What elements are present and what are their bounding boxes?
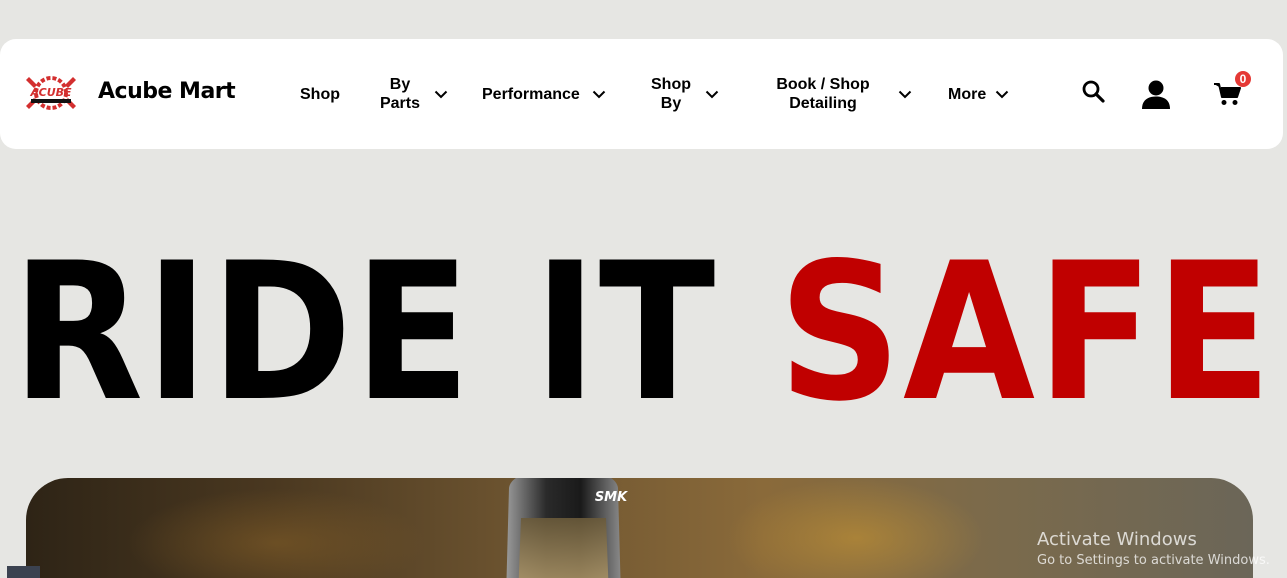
hero-image: SMK [26, 478, 1253, 578]
site-header: ACUBE Acube Mart Shop By Parts Performan… [0, 39, 1283, 149]
logo-text: ACUBE [29, 86, 72, 99]
scroll-to-top-button[interactable] [7, 566, 40, 578]
chevron-down-icon [996, 90, 1009, 98]
nav-shop[interactable]: Shop [300, 74, 340, 114]
brand-name[interactable]: Acube Mart [98, 79, 236, 104]
hero-title: RIDE IT SAFE [12, 238, 1274, 428]
hero-title-part1: RIDE IT [12, 222, 779, 443]
nav-performance[interactable]: Performance [482, 74, 606, 114]
chevron-down-icon [592, 90, 606, 98]
nav-book-shop-detailing[interactable]: Book / Shop Detailing [771, 74, 912, 114]
helmet-image: SMK [506, 478, 628, 578]
search-icon[interactable] [1081, 79, 1105, 103]
nav-performance-label: Performance [482, 85, 580, 103]
chevron-down-icon [898, 90, 912, 98]
hero-title-part2: SAFE [778, 222, 1274, 443]
nav-more[interactable]: More [948, 74, 1009, 114]
chevron-down-icon [434, 90, 448, 98]
nav-shop-label: Shop [300, 85, 340, 103]
nav-by-parts[interactable]: By Parts [378, 74, 448, 114]
helmet-brand-text: SMK [595, 490, 628, 505]
cart-count-badge: 0 [1235, 71, 1251, 87]
chevron-down-icon [705, 90, 719, 98]
nav-shop-by-label: Shop By [651, 76, 691, 112]
nav-shop-by[interactable]: Shop By [649, 74, 719, 114]
user-icon[interactable] [1141, 79, 1171, 109]
nav-more-label: More [948, 85, 987, 103]
nav-by-parts-label: By Parts [379, 76, 421, 112]
nav-book-shop-detailing-label: Book / Shop Detailing [776, 76, 870, 112]
brand-logo-icon[interactable]: ACUBE [25, 71, 77, 115]
